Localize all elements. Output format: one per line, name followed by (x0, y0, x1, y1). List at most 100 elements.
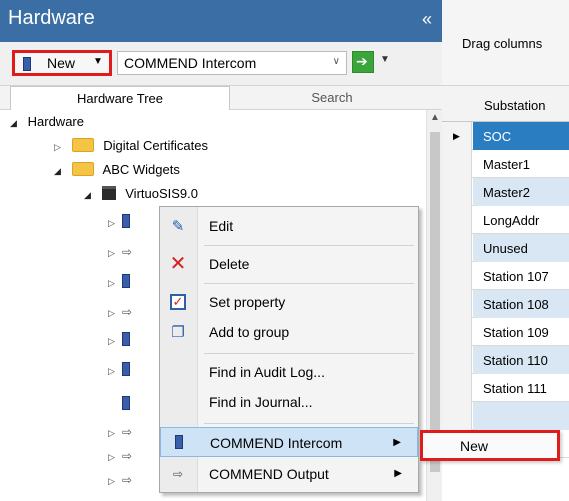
substation-cell[interactable]: Station 108 (473, 290, 569, 318)
collapse-arrow-icon[interactable]: ▷ (54, 142, 68, 153)
substation-cell[interactable]: Unused (473, 234, 569, 262)
go-button[interactable]: ➔ (352, 51, 374, 73)
row-selector[interactable] (442, 262, 472, 290)
menu-item-set-property[interactable]: ✓ Set property (160, 287, 418, 317)
row-selector[interactable] (442, 234, 472, 262)
row-selector[interactable] (442, 206, 472, 234)
new-button[interactable]: New ▼ (12, 50, 112, 76)
expand-arrow-icon[interactable]: ◢ (84, 190, 98, 201)
tree-node-label: VirtuoSIS9.0 (125, 186, 199, 201)
menu-item-find-audit-log[interactable]: Find in Audit Log... (160, 357, 418, 387)
row-selector[interactable] (442, 402, 472, 430)
substation-grid-panel: Drag columns Substation ▶ SOC Master1 Maste… (442, 0, 569, 501)
substation-cell[interactable]: Master2 (473, 178, 569, 206)
tree-node-digital-certificates[interactable]: ▷ Digital Certificates (54, 138, 208, 160)
grid-row[interactable]: ▶ SOC (442, 122, 569, 150)
substation-cell[interactable]: Station 111 (473, 374, 569, 402)
tab-hardware-tree[interactable]: Hardware Tree (10, 86, 230, 110)
menu-item-delete[interactable]: ✕ Delete (160, 249, 418, 279)
double-chevron-left-icon[interactable]: « (422, 9, 432, 30)
scroll-thumb[interactable] (430, 132, 440, 472)
collapse-arrow-icon[interactable]: ▷ (108, 336, 122, 347)
collapse-arrow-icon[interactable]: ▷ (108, 218, 122, 229)
substation-cell[interactable]: SOC (473, 122, 569, 150)
grid-row[interactable] (442, 402, 569, 430)
go-dropdown-icon[interactable]: ▼ (380, 54, 390, 65)
device-icon (122, 274, 130, 288)
menu-item-label: COMMEND Output (209, 466, 329, 482)
menu-separator (204, 423, 414, 424)
tree-node-output[interactable]: ▷ ⇨ (108, 244, 132, 266)
tree-node-output[interactable]: ▷ ⇨ (108, 424, 132, 446)
grid-row[interactable]: Station 108 (442, 290, 569, 318)
grid-row[interactable]: Unused (442, 234, 569, 262)
tree-node-abc-widgets[interactable]: ◢ ABC Widgets (54, 162, 180, 184)
folder-icon (71, 138, 94, 152)
collapse-arrow-icon[interactable]: ▷ (108, 366, 122, 377)
tree-node-device[interactable]: ▷ (108, 332, 130, 354)
collapse-arrow-icon[interactable]: ▷ (108, 248, 122, 259)
output-icon: ⇨ (122, 305, 133, 319)
substation-cell[interactable] (473, 402, 569, 430)
collapse-arrow-icon[interactable]: ▷ (108, 278, 122, 289)
group-by-area[interactable]: Drag columns (442, 0, 569, 86)
substation-cell[interactable]: Station 109 (473, 318, 569, 346)
tree-node-output[interactable]: ▷ ⇨ (108, 304, 132, 326)
current-row-icon: ▶ (453, 131, 460, 141)
collapse-arrow-icon[interactable]: ▷ (108, 452, 122, 463)
row-selector[interactable] (442, 150, 472, 178)
row-selector[interactable] (442, 374, 472, 402)
tree-node-label: Digital Certificates (103, 138, 209, 153)
tree-node-device[interactable] (122, 396, 130, 418)
collapse-arrow-icon[interactable]: ▷ (108, 476, 122, 487)
tree-node-device[interactable]: ▷ (108, 274, 130, 296)
menu-item-commend-output[interactable]: ⇨ COMMEND Output ▶ (160, 459, 418, 489)
menu-item-add-to-group[interactable]: ❐ Add to group (160, 317, 418, 347)
submenu-item-new[interactable]: New (420, 430, 560, 461)
toolbar: New ▼ COMMEND Intercom ∨ ➔ ▼ (0, 42, 442, 86)
row-selector[interactable] (442, 178, 472, 206)
device-type-combo[interactable]: COMMEND Intercom ∨ (117, 51, 347, 75)
panel-header: Hardware « (0, 0, 442, 42)
row-selector[interactable] (442, 290, 472, 318)
menu-item-find-journal[interactable]: Find in Journal... (160, 387, 418, 417)
scroll-up-icon[interactable]: ▲ (430, 112, 440, 123)
tree-node-output[interactable]: ▷ ⇨ (108, 448, 132, 470)
grid-row[interactable]: Station 111 (442, 374, 569, 402)
output-icon: ⇨ (122, 473, 133, 487)
collapse-arrow-icon[interactable]: ▷ (108, 428, 122, 439)
menu-item-label: Find in Journal... (209, 394, 313, 410)
tree-node-device[interactable]: ▷ (108, 214, 130, 236)
row-selector[interactable]: ▶ (442, 122, 472, 150)
substation-cell[interactable]: Station 110 (473, 346, 569, 374)
expand-arrow-icon[interactable]: ◢ (54, 166, 68, 177)
checkbox-icon: ✓ (167, 293, 189, 311)
submenu-item-label: New (460, 438, 489, 454)
group-icon: ❐ (171, 324, 185, 341)
menu-item-commend-intercom[interactable]: COMMEND Intercom ▶ (160, 427, 418, 457)
device-type-value: COMMEND Intercom (124, 55, 257, 71)
grid-row[interactable]: LongAddr (442, 206, 569, 234)
tab-search[interactable]: Search (232, 86, 432, 110)
grid-header[interactable]: Substation (442, 86, 569, 122)
grid-row[interactable]: Station 109 (442, 318, 569, 346)
grid-row[interactable]: Master2 (442, 178, 569, 206)
output-icon: ⇨ (172, 467, 184, 481)
grid-row[interactable]: Station 110 (442, 346, 569, 374)
tree-node-device[interactable]: ▷ (108, 362, 130, 384)
grid-row[interactable]: Station 107 (442, 262, 569, 290)
expand-arrow-icon[interactable]: ◢ (10, 118, 24, 129)
substation-cell[interactable]: Master1 (473, 150, 569, 178)
row-selector[interactable] (442, 318, 472, 346)
grid-row[interactable]: Master1 (442, 150, 569, 178)
substation-cell[interactable]: Station 107 (473, 262, 569, 290)
tree-node-virtuosis[interactable]: ◢ VirtuoSIS9.0 (84, 186, 198, 208)
row-selector[interactable] (442, 346, 472, 374)
folder-icon (71, 162, 94, 176)
arrow-right-icon: ➔ (356, 53, 368, 69)
tree-node-hardware[interactable]: ◢ Hardware (10, 114, 84, 136)
menu-item-edit[interactable]: ✎ Edit (160, 211, 418, 241)
collapse-arrow-icon[interactable]: ▷ (108, 308, 122, 319)
substation-cell[interactable]: LongAddr (473, 206, 569, 234)
tree-node-output[interactable]: ▷ ⇨ (108, 472, 132, 494)
